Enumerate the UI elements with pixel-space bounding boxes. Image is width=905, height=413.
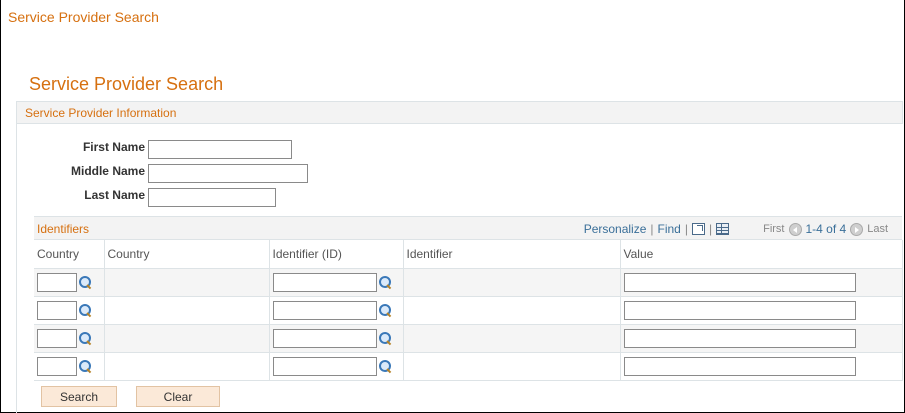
table-row bbox=[34, 268, 903, 297]
lookup-icon[interactable] bbox=[378, 359, 392, 373]
lookup-icon[interactable] bbox=[378, 275, 392, 289]
table-row bbox=[34, 324, 903, 353]
lookup-icon[interactable] bbox=[79, 303, 92, 317]
country-input[interactable] bbox=[37, 300, 77, 320]
last-label: Last bbox=[867, 223, 888, 235]
lookup-icon[interactable] bbox=[79, 275, 92, 289]
nav-separator: | bbox=[684, 222, 688, 236]
value-input[interactable] bbox=[623, 328, 856, 348]
table-row bbox=[34, 296, 903, 325]
window-title: Service Provider Search bbox=[8, 9, 159, 25]
country-input[interactable] bbox=[37, 272, 77, 292]
column-header-identifier: Identifier bbox=[403, 240, 621, 269]
nav-separator: | bbox=[650, 222, 654, 236]
identifier-id-input[interactable] bbox=[272, 272, 377, 292]
identifiers-title: Identifiers bbox=[37, 222, 90, 236]
section-header: Service Provider Information bbox=[16, 101, 903, 124]
last-name-field[interactable] bbox=[148, 188, 276, 207]
first-label: First bbox=[763, 223, 785, 235]
grid-navigation: Personalize | Find | | First 1-4 of 4 La… bbox=[584, 221, 888, 237]
first-name-field[interactable] bbox=[148, 140, 292, 159]
value-input[interactable] bbox=[623, 300, 856, 320]
personalize-link[interactable]: Personalize bbox=[584, 222, 647, 236]
previous-row-icon[interactable] bbox=[788, 222, 802, 236]
country-description-cell bbox=[104, 296, 270, 325]
identifier-id-input[interactable] bbox=[272, 356, 377, 376]
first-name-label: First Name bbox=[82, 140, 145, 154]
next-row-icon[interactable] bbox=[850, 222, 864, 236]
column-header-value: Value bbox=[620, 240, 903, 269]
download-spreadsheet-icon[interactable] bbox=[716, 223, 730, 235]
lookup-icon[interactable] bbox=[79, 331, 92, 345]
view-all-icon[interactable] bbox=[691, 223, 705, 235]
country-description-cell bbox=[104, 268, 270, 297]
identifier-description-cell bbox=[403, 296, 621, 325]
search-button[interactable]: Search bbox=[41, 386, 117, 407]
find-link[interactable]: Find bbox=[658, 222, 681, 236]
lookup-icon[interactable] bbox=[378, 331, 392, 345]
identifier-id-input[interactable] bbox=[272, 300, 377, 320]
country-description-cell bbox=[104, 324, 270, 353]
country-description-cell bbox=[104, 352, 270, 381]
value-input[interactable] bbox=[623, 356, 856, 376]
column-header-country-description: Country bbox=[104, 240, 270, 269]
lookup-icon[interactable] bbox=[378, 303, 392, 317]
middle-name-label: Middle Name bbox=[70, 164, 145, 178]
country-input[interactable] bbox=[37, 328, 77, 348]
identifiers-grid: Country Country Identifier (ID) Identifi… bbox=[34, 240, 903, 381]
country-input[interactable] bbox=[37, 356, 77, 376]
column-header-identifier-id: Identifier (ID) bbox=[269, 240, 404, 269]
clear-button[interactable]: Clear bbox=[136, 386, 220, 407]
nav-separator: | bbox=[708, 222, 713, 236]
table-row bbox=[34, 352, 903, 381]
row-range: 1-4 of 4 bbox=[805, 222, 847, 236]
identifier-description-cell bbox=[403, 268, 621, 297]
section-title: Service Provider Information bbox=[25, 106, 177, 120]
lookup-icon[interactable] bbox=[79, 359, 92, 373]
middle-name-field[interactable] bbox=[148, 164, 308, 183]
last-name-label: Last Name bbox=[84, 188, 145, 202]
identifier-description-cell bbox=[403, 352, 621, 381]
identifier-id-input[interactable] bbox=[272, 328, 377, 348]
identifier-description-cell bbox=[403, 324, 621, 353]
value-input[interactable] bbox=[623, 272, 856, 292]
page-title: Service Provider Search bbox=[29, 74, 224, 94]
identifiers-grid-header: Identifiers Personalize | Find | | First… bbox=[34, 216, 902, 240]
column-header-country: Country bbox=[34, 240, 105, 269]
